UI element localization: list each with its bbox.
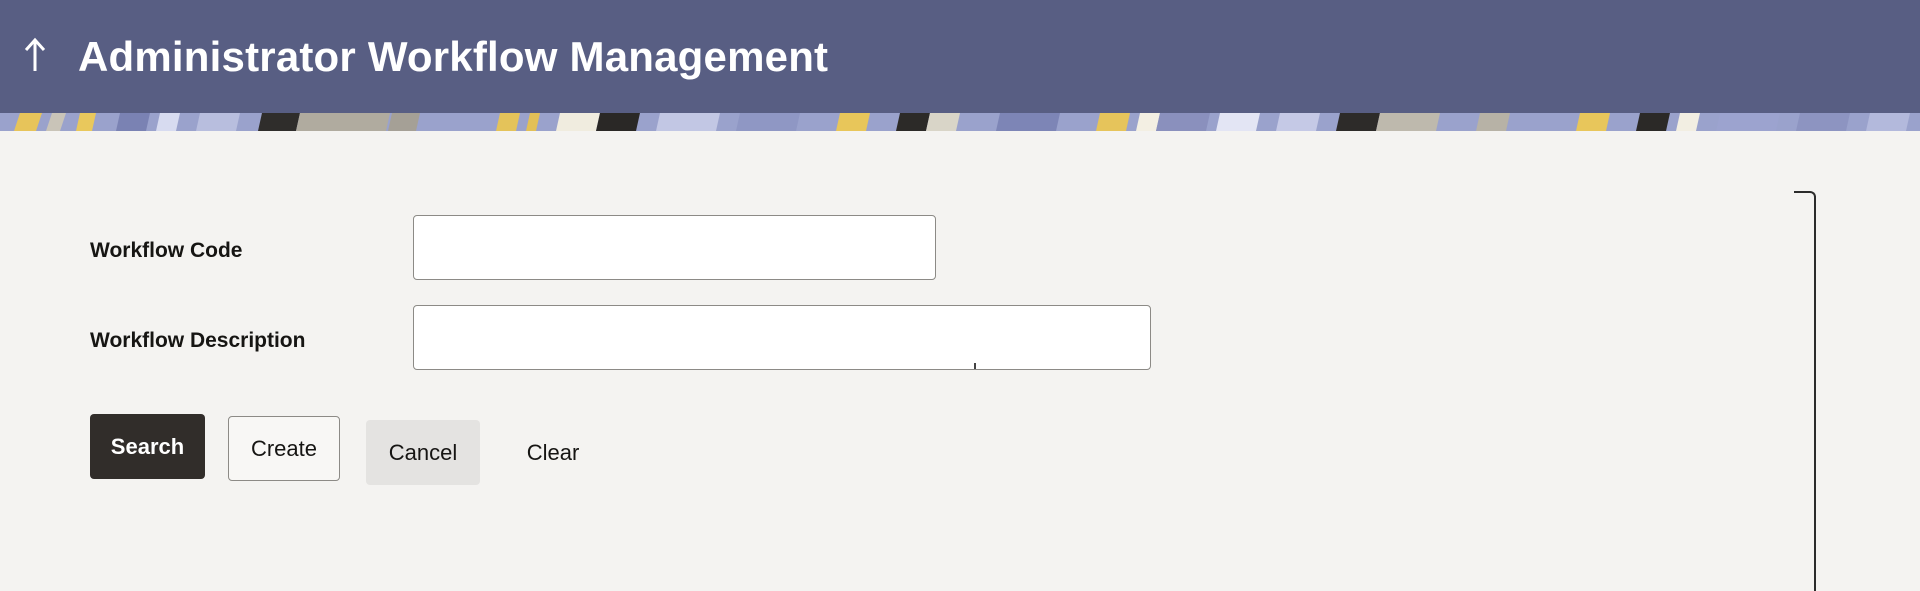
- banner-pattern: [0, 113, 1920, 131]
- workflow-description-label: Workflow Description: [90, 329, 306, 352]
- clear-button[interactable]: Clear: [508, 420, 598, 485]
- panel-border: [1794, 191, 1816, 591]
- workflow-code-label: Workflow Code: [90, 239, 243, 262]
- cancel-button[interactable]: Cancel: [366, 420, 480, 485]
- page-header: Administrator Workflow Management: [0, 0, 1920, 113]
- search-panel: Workflow Code Workflow Description Searc…: [0, 131, 1920, 591]
- page-title: Administrator Workflow Management: [78, 33, 829, 80]
- workflow-description-input[interactable]: [413, 305, 1151, 370]
- search-button[interactable]: Search: [90, 414, 205, 479]
- create-button[interactable]: Create: [228, 416, 340, 481]
- up-arrow-icon[interactable]: [20, 35, 50, 75]
- text-cursor-mark: [974, 363, 976, 369]
- workflow-code-input[interactable]: [413, 215, 936, 280]
- decorative-banner: [0, 113, 1920, 131]
